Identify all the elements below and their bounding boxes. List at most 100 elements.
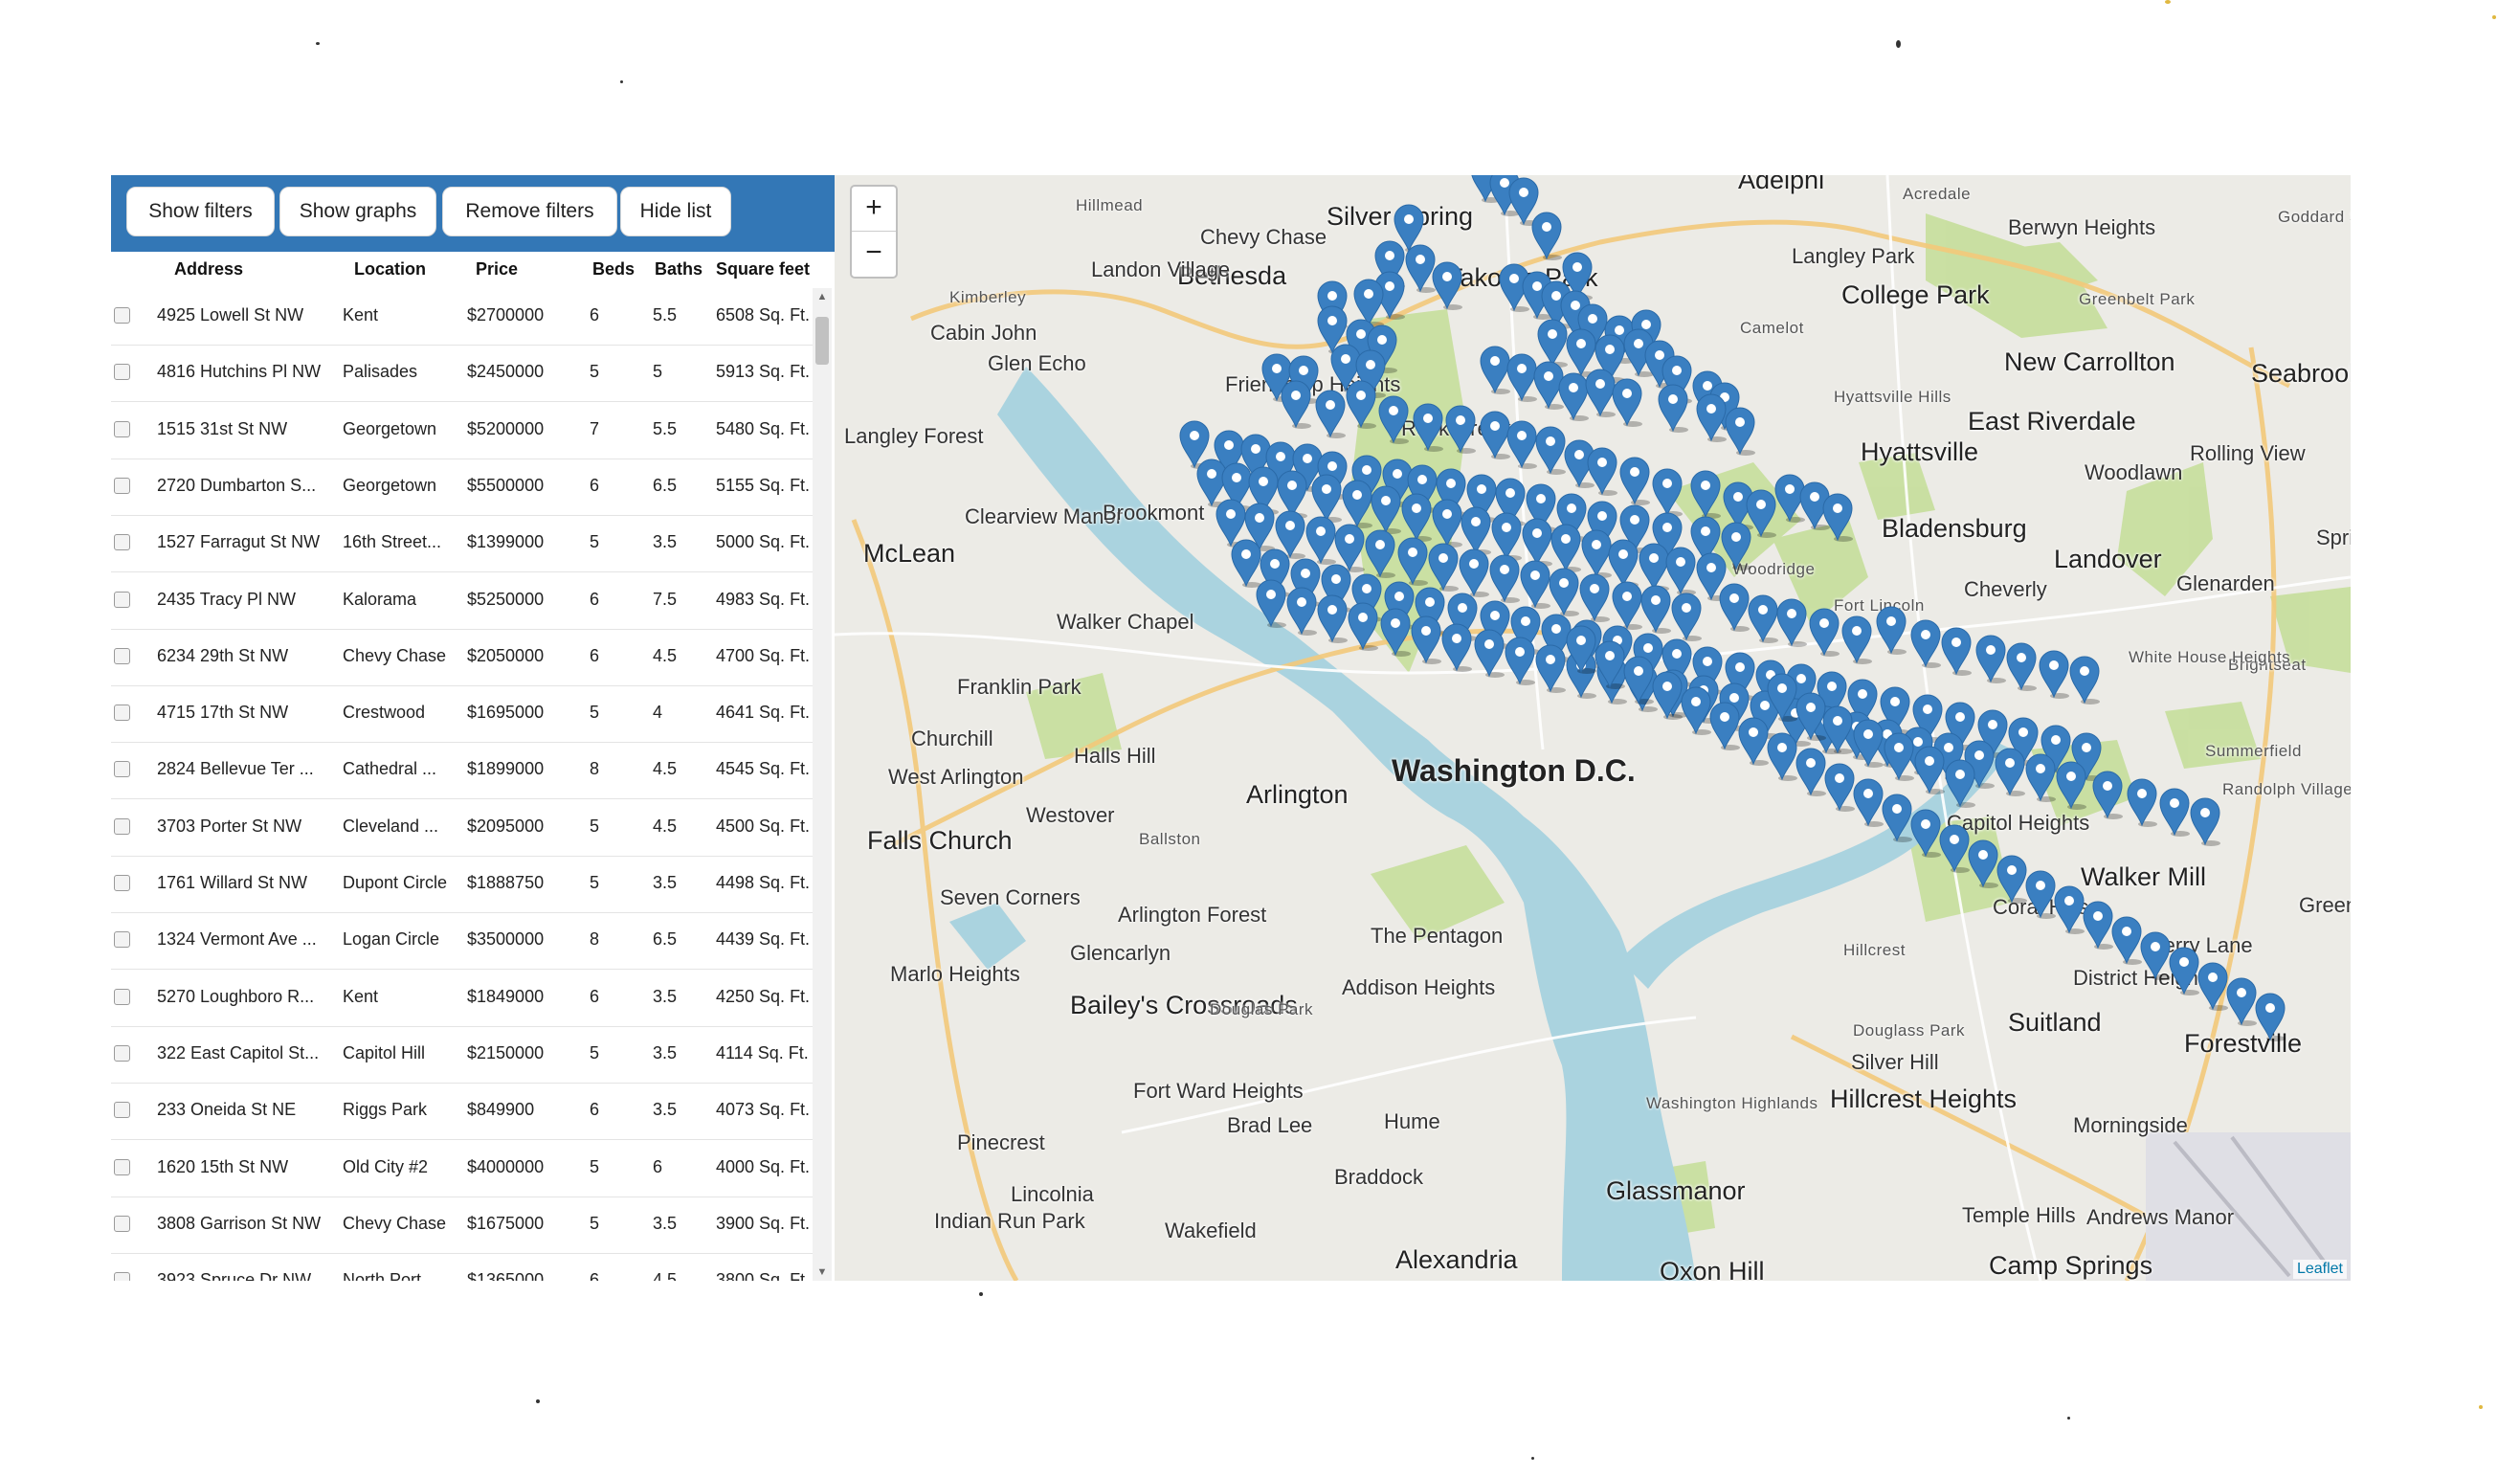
- map-marker-icon[interactable]: [1549, 522, 1583, 572]
- column-header-price[interactable]: Price: [476, 259, 518, 280]
- zoom-out-button[interactable]: −: [852, 232, 896, 276]
- map-marker-icon[interactable]: [1650, 466, 1684, 517]
- row-checkbox[interactable]: [114, 1158, 130, 1175]
- table-row[interactable]: 322 East Capitol St... Capitol Hill $21500…: [111, 1026, 814, 1084]
- map-marker-icon[interactable]: [1284, 585, 1319, 636]
- row-checkbox[interactable]: [114, 988, 130, 1005]
- table-row[interactable]: 1761 Willard St NW Dupont Circle $1888750 5…: [111, 856, 814, 913]
- row-checkbox[interactable]: [114, 1044, 130, 1062]
- table-scrollbar[interactable]: ▲ ▼: [813, 288, 832, 1281]
- map-marker-icon[interactable]: [1378, 606, 1413, 657]
- map-marker-icon[interactable]: [2253, 991, 2287, 1041]
- map-marker-icon[interactable]: [1993, 746, 2027, 796]
- map-marker-icon[interactable]: [1279, 378, 1313, 429]
- row-checkbox[interactable]: [114, 591, 130, 608]
- row-checkbox[interactable]: [114, 420, 130, 437]
- map-marker-icon[interactable]: [2090, 769, 2125, 819]
- row-checkbox[interactable]: [114, 1215, 130, 1232]
- table-row[interactable]: 233 Oneida St NE Riggs Park $849900 6 3.5 407…: [111, 1083, 814, 1141]
- map-marker-icon[interactable]: [1912, 744, 1947, 794]
- hide-list-button[interactable]: Hide list: [620, 187, 731, 236]
- table-row[interactable]: 3703 Porter St NW Cleveland ... $2095000 5 4…: [111, 799, 814, 857]
- map-marker-icon[interactable]: [1409, 614, 1443, 664]
- map-marker-icon[interactable]: [1820, 491, 1855, 542]
- map-marker-icon[interactable]: [1974, 633, 2008, 683]
- scroll-up-arrow-icon[interactable]: ▲: [813, 288, 832, 305]
- map-marker-icon[interactable]: [1315, 593, 1349, 643]
- map-marker-icon[interactable]: [1344, 378, 1378, 429]
- zoom-in-button[interactable]: +: [852, 187, 896, 232]
- map[interactable]: BethesdaSilver SpringTakoma ParkCollege …: [835, 175, 2351, 1281]
- map-marker-icon[interactable]: [1503, 635, 1537, 685]
- map-marker-icon[interactable]: [1639, 583, 1673, 634]
- map-marker-icon[interactable]: [1723, 405, 1757, 456]
- map-marker-icon[interactable]: [1939, 625, 1974, 676]
- row-checkbox[interactable]: [114, 761, 130, 778]
- row-checkbox[interactable]: [114, 1272, 130, 1281]
- map-marker-icon[interactable]: [2067, 654, 2102, 704]
- table-row[interactable]: 3923 Spruce Dr NW North Port $1365000 6 4.5 3…: [111, 1253, 814, 1281]
- map-marker-icon[interactable]: [1807, 606, 1841, 657]
- table-row[interactable]: 3808 Garrison St NW Chevy Chase $1675000 5 3…: [111, 1196, 814, 1254]
- map-marker-icon[interactable]: [1376, 393, 1411, 444]
- map-marker-icon[interactable]: [1411, 401, 1445, 452]
- map-marker-icon[interactable]: [1472, 627, 1506, 678]
- row-checkbox[interactable]: [114, 931, 130, 949]
- map-marker-icon[interactable]: [1369, 483, 1403, 534]
- map-marker-icon[interactable]: [2125, 776, 2159, 827]
- row-checkbox[interactable]: [114, 647, 130, 664]
- map-marker-icon[interactable]: [1443, 403, 1478, 454]
- scroll-down-arrow-icon[interactable]: ▼: [813, 1264, 832, 1281]
- map-marker-icon[interactable]: [1688, 468, 1723, 519]
- row-checkbox[interactable]: [114, 534, 130, 551]
- map-marker-icon[interactable]: [1430, 259, 1464, 310]
- map-marker-icon[interactable]: [1547, 566, 1581, 616]
- table-row[interactable]: 4816 Hutchins Pl NW Palisades $2450000 5 5 59…: [111, 345, 814, 403]
- map-marker-icon[interactable]: [1254, 577, 1288, 628]
- row-checkbox[interactable]: [114, 817, 130, 835]
- table-row[interactable]: 1515 31st St NW Georgetown $5200000 7 5.5 548…: [111, 402, 814, 459]
- column-header-baths[interactable]: Baths: [655, 259, 702, 280]
- table-row[interactable]: 5270 Loughboro R... Kent $1849000 6 3.5 4250 …: [111, 970, 814, 1027]
- map-marker-icon[interactable]: [1395, 535, 1430, 586]
- map-marker-icon[interactable]: [1669, 591, 1704, 641]
- map-marker-icon[interactable]: [1882, 730, 1916, 781]
- map-marker-icon[interactable]: [1874, 604, 1908, 655]
- row-checkbox[interactable]: [114, 875, 130, 891]
- row-checkbox[interactable]: [114, 364, 130, 381]
- table-row[interactable]: 1324 Vermont Ave ... Logan Circle $3500000…: [111, 912, 814, 971]
- map-marker-icon[interactable]: [1656, 382, 1690, 433]
- map-marker-icon[interactable]: [2037, 648, 2071, 699]
- table-row[interactable]: 6234 29th St NW Chevy Chase $2050000 6 4.5 47…: [111, 629, 814, 686]
- map-marker-icon[interactable]: [1577, 571, 1612, 622]
- table-row[interactable]: 2720 Dumbarton S... Georgetown $5500000 6 6.…: [111, 458, 814, 516]
- table-row[interactable]: 1527 Farragut St NW 16th Street... $139900…: [111, 515, 814, 573]
- show-filters-button[interactable]: Show filters: [126, 187, 275, 236]
- map-marker-icon[interactable]: [1943, 757, 1977, 808]
- map-marker-icon[interactable]: [1399, 491, 1434, 542]
- map-attribution[interactable]: Leaflet: [2292, 1260, 2347, 1279]
- scrollbar-thumb[interactable]: [815, 317, 829, 365]
- map-marker-icon[interactable]: [1533, 642, 1568, 693]
- map-marker-icon[interactable]: [1457, 547, 1491, 597]
- map-marker-icon[interactable]: [1610, 376, 1644, 427]
- map-marker-icon[interactable]: [1774, 596, 1809, 647]
- map-marker-icon[interactable]: [1529, 210, 1564, 260]
- show-graphs-button[interactable]: Show graphs: [279, 187, 436, 236]
- map-marker-icon[interactable]: [2157, 786, 2192, 837]
- map-marker-icon[interactable]: [1487, 552, 1522, 603]
- table-row[interactable]: 2435 Tracy Pl NW Kalorama $5250000 6 7.5 4983…: [111, 572, 814, 630]
- map-marker-icon[interactable]: [1851, 717, 1885, 768]
- row-checkbox[interactable]: [114, 704, 130, 722]
- column-header-square-feet[interactable]: Square feet: [716, 259, 810, 280]
- column-header-address[interactable]: Address: [174, 259, 243, 280]
- remove-filters-button[interactable]: Remove filters: [442, 187, 617, 236]
- row-checkbox[interactable]: [114, 1102, 130, 1119]
- table-row[interactable]: 4715 17th St NW Crestwood $1695000 5 4 4641 S…: [111, 685, 814, 744]
- column-header-beds[interactable]: Beds: [592, 259, 635, 280]
- table-row[interactable]: 1620 15th St NW Old City #2 $4000000 5 6 4000…: [111, 1140, 814, 1197]
- map-marker-icon[interactable]: [1908, 617, 1943, 668]
- map-marker-icon[interactable]: [1617, 455, 1652, 505]
- table-row[interactable]: 2824 Bellevue Ter ... Cathedral ... $18990…: [111, 742, 814, 800]
- map-marker-icon[interactable]: [1363, 527, 1397, 578]
